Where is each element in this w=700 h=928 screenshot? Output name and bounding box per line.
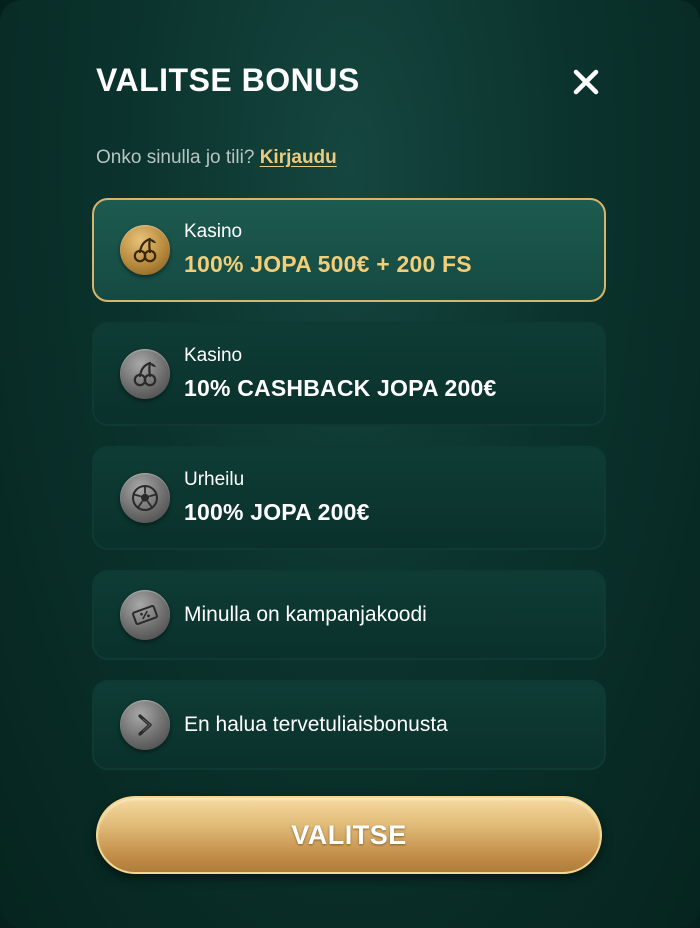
promo-ticket-icon [120, 590, 170, 640]
option-offer: 10% CASHBACK JOPA 200€ [184, 375, 497, 401]
modal-title: VALITSE BONUS [96, 62, 360, 98]
option-label: Minulla on kampanjakoodi [184, 603, 427, 626]
option-offer: 100% JOPA 500€ + 200 FS [184, 251, 472, 277]
bonus-option-sports[interactable]: Urheilu 100% JOPA 200€ [92, 446, 606, 550]
bonus-modal: VALITSE BONUS Onko sinulla jo tili? Kirj… [0, 0, 700, 928]
close-icon [573, 69, 599, 95]
soccer-ball-icon [120, 473, 170, 523]
option-category: Urheilu [184, 469, 245, 490]
chevron-right-icon [120, 700, 170, 750]
bonus-option-promo-code[interactable]: Minulla on kampanjakoodi [92, 570, 606, 660]
bonus-option-casino-cashback[interactable]: Kasino 10% CASHBACK JOPA 200€ [92, 322, 606, 426]
cherries-icon [120, 225, 170, 275]
submit-button-label: VALITSE [291, 819, 407, 850]
cherries-icon [120, 349, 170, 399]
option-category: Kasino [184, 345, 243, 366]
option-offer: 100% JOPA 200€ [184, 499, 370, 525]
submit-button[interactable]: VALITSE [96, 796, 602, 874]
bonus-option-casino-welcome[interactable]: Kasino 100% JOPA 500€ + 200 FS [92, 198, 606, 302]
login-prompt-text: Onko sinulla jo tili? [96, 147, 255, 168]
login-link[interactable]: Kirjaudu [260, 147, 337, 168]
login-prompt: Onko sinulla jo tili? Kirjaudu [96, 146, 337, 170]
close-button[interactable] [566, 62, 606, 102]
option-category: Kasino [184, 221, 243, 242]
bonus-option-no-bonus[interactable]: En halua tervetuliaisbonusta [92, 680, 606, 770]
option-label: En halua tervetuliaisbonusta [184, 713, 448, 736]
bonus-options-list: Kasino 100% JOPA 500€ + 200 FS Kasino 10… [92, 198, 606, 770]
